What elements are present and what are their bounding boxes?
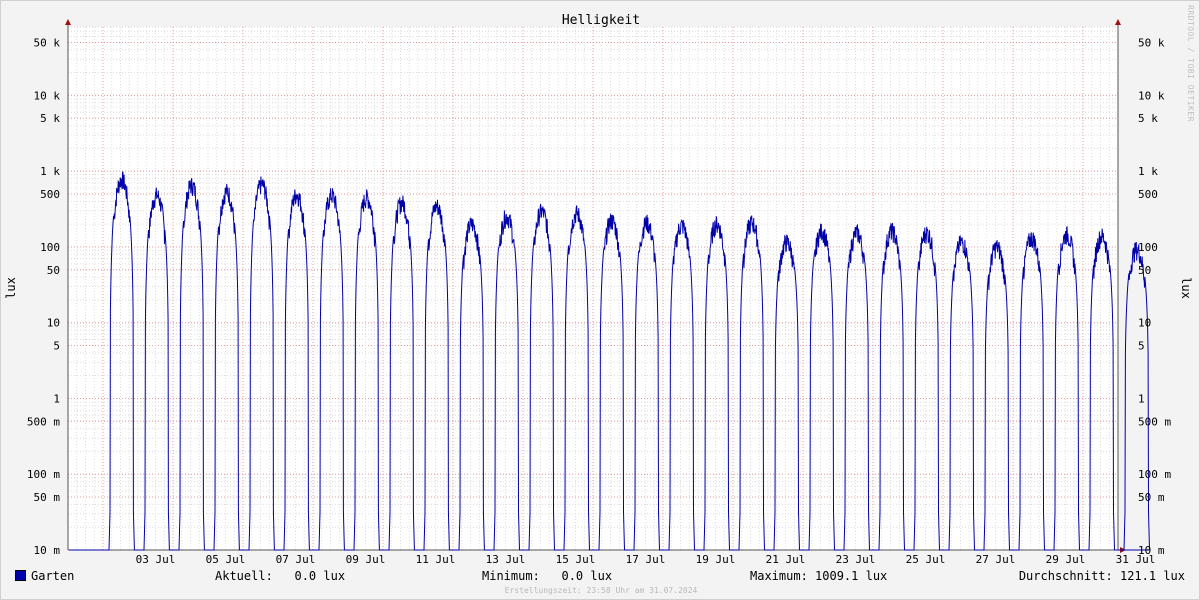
x-tick-label: 13 Jul bbox=[486, 553, 526, 566]
y-tick-label-left: 10 k bbox=[34, 89, 61, 102]
y-tick-label-right: 10 bbox=[1138, 317, 1151, 330]
y-tick-label-right: 50 bbox=[1138, 264, 1151, 277]
y-tick-label-right: 100 m bbox=[1138, 468, 1171, 481]
x-tick-label: 05 Jul bbox=[206, 553, 246, 566]
legend-series-label: Garten bbox=[31, 569, 75, 583]
y-tick-label-right: 100 bbox=[1138, 241, 1158, 254]
y-tick-label-left: 50 bbox=[47, 264, 60, 277]
y-tick-label-right: 10 k bbox=[1138, 89, 1165, 102]
x-tick-label: 19 Jul bbox=[696, 553, 736, 566]
x-tick-label: 25 Jul bbox=[906, 553, 946, 566]
y-tick-label-right: 500 m bbox=[1138, 415, 1171, 428]
y-tick-label-left: 100 m bbox=[27, 468, 60, 481]
x-tick-label: 17 Jul bbox=[626, 553, 666, 566]
y-tick-label-right: 1 bbox=[1138, 392, 1145, 405]
y-tick-label-right: 50 k bbox=[1138, 36, 1165, 49]
x-tick-label: 21 Jul bbox=[766, 553, 806, 566]
legend-maximum: Maximum: 1009.1 lux bbox=[750, 569, 888, 583]
chart-window: 50 k 50 k 10 k 10 k5 k5 k1 k1 k 500 500 100 100… bbox=[0, 0, 1200, 600]
y-axis-arrow-right bbox=[1115, 19, 1121, 25]
chart-title: Helligkeit bbox=[562, 13, 640, 28]
brightness-chart: 50 k 50 k10 k 10 k5 k5 k1 k1 k500 500100 100… bbox=[4, 13, 1193, 566]
y-tick-label-right: 1 k bbox=[1138, 165, 1158, 178]
y-tick-label-left: 1 k bbox=[40, 165, 60, 178]
legend-average: Durchschnitt: 121.1 lux bbox=[1018, 569, 1185, 583]
x-tick-label: 27 Jul bbox=[976, 553, 1016, 566]
x-tick-label: 29 Jul bbox=[1046, 553, 1086, 566]
y-tick-label-left: 1 bbox=[53, 392, 60, 405]
legend-row: Garten Aktuell: 0.0 lux Minimum: 0.0 lux… bbox=[15, 567, 1187, 585]
y-tick-label-right: 50 m bbox=[1138, 491, 1165, 504]
y-tick-label-left: 50 m bbox=[34, 491, 61, 504]
y-tick-label-right: 5 bbox=[1138, 340, 1145, 353]
y-tick-label-left: 100 bbox=[40, 241, 60, 254]
x-tick-label: 03 Jul bbox=[136, 553, 176, 566]
y-tick-label-right: 5 k bbox=[1138, 112, 1158, 125]
x-tick-label: 31 Jul bbox=[1116, 553, 1156, 566]
y-tick-label-right: 500 bbox=[1138, 188, 1158, 201]
y-tick-label-left: 50 k bbox=[34, 36, 61, 49]
x-tick-label: 23 Jul bbox=[836, 553, 876, 566]
legend-minimum: Minimum: 0.0 lux bbox=[482, 569, 613, 583]
x-tick-label: 09 Jul bbox=[346, 553, 386, 566]
x-tick-label: 11 Jul bbox=[416, 553, 456, 566]
rrdtool-watermark: RRDTOOL / TOBI OETIKER bbox=[1186, 5, 1195, 122]
x-tick-label: 15 Jul bbox=[556, 553, 596, 566]
creation-timestamp: Erstellungszeit: 23:58 Uhr am 31.07.2024 bbox=[504, 586, 698, 595]
y-tick-label-left: 5 bbox=[53, 340, 60, 353]
series-swatch bbox=[15, 570, 26, 581]
y-axis-arrow-left bbox=[65, 19, 71, 25]
x-tick-label: 07 Jul bbox=[276, 553, 316, 566]
y-tick-label-left: 10 m bbox=[34, 544, 61, 557]
y-axis-label-left: lux bbox=[4, 277, 18, 299]
y-tick-label-left: 500 bbox=[40, 188, 60, 201]
legend-current: Aktuell: 0.0 lux bbox=[215, 569, 346, 583]
y-tick-label-left: 500 m bbox=[27, 415, 60, 428]
y-axis-label-right: lux bbox=[1179, 277, 1193, 299]
y-tick-label-left: 5 k bbox=[40, 112, 60, 125]
y-tick-label-left: 10 bbox=[47, 317, 60, 330]
